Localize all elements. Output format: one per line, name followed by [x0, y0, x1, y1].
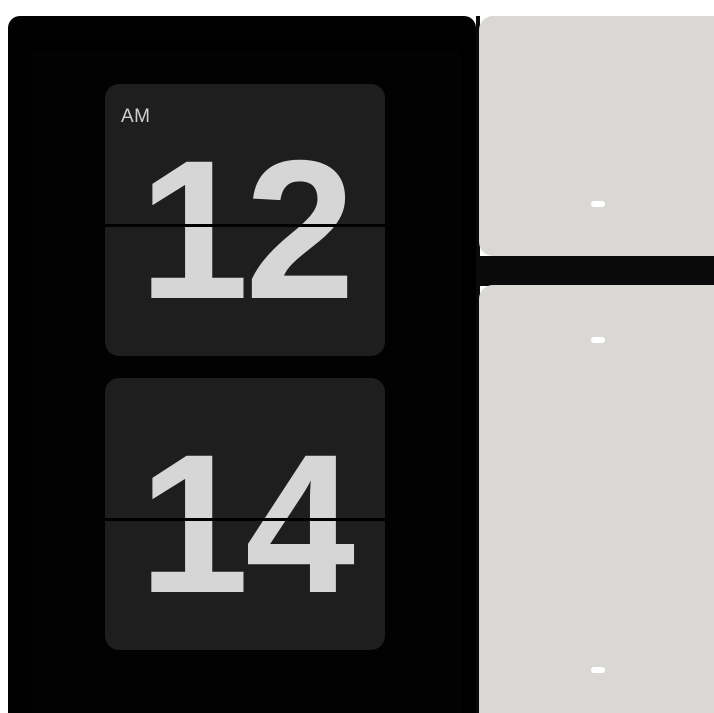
resize-handle-icon[interactable]: [591, 201, 605, 207]
bottom-side-panel[interactable]: [479, 285, 714, 713]
flip-clock-widget[interactable]: 12 AM 14: [8, 16, 476, 713]
hours-flip-card: 12 AM: [105, 84, 385, 356]
minutes-card-hinge: [105, 518, 385, 521]
hours-card-hinge: [105, 224, 385, 227]
top-side-panel[interactable]: [479, 16, 714, 256]
minutes-flip-card: 14: [105, 378, 385, 650]
widget-screen: 12 AM 14: [0, 0, 714, 713]
resize-handle-icon[interactable]: [591, 337, 605, 343]
tile-separator-horizontal: [476, 256, 714, 286]
minutes-digits: 14: [138, 413, 355, 634]
am-pm-label: AM: [121, 106, 151, 127]
resize-handle-icon[interactable]: [591, 667, 605, 673]
